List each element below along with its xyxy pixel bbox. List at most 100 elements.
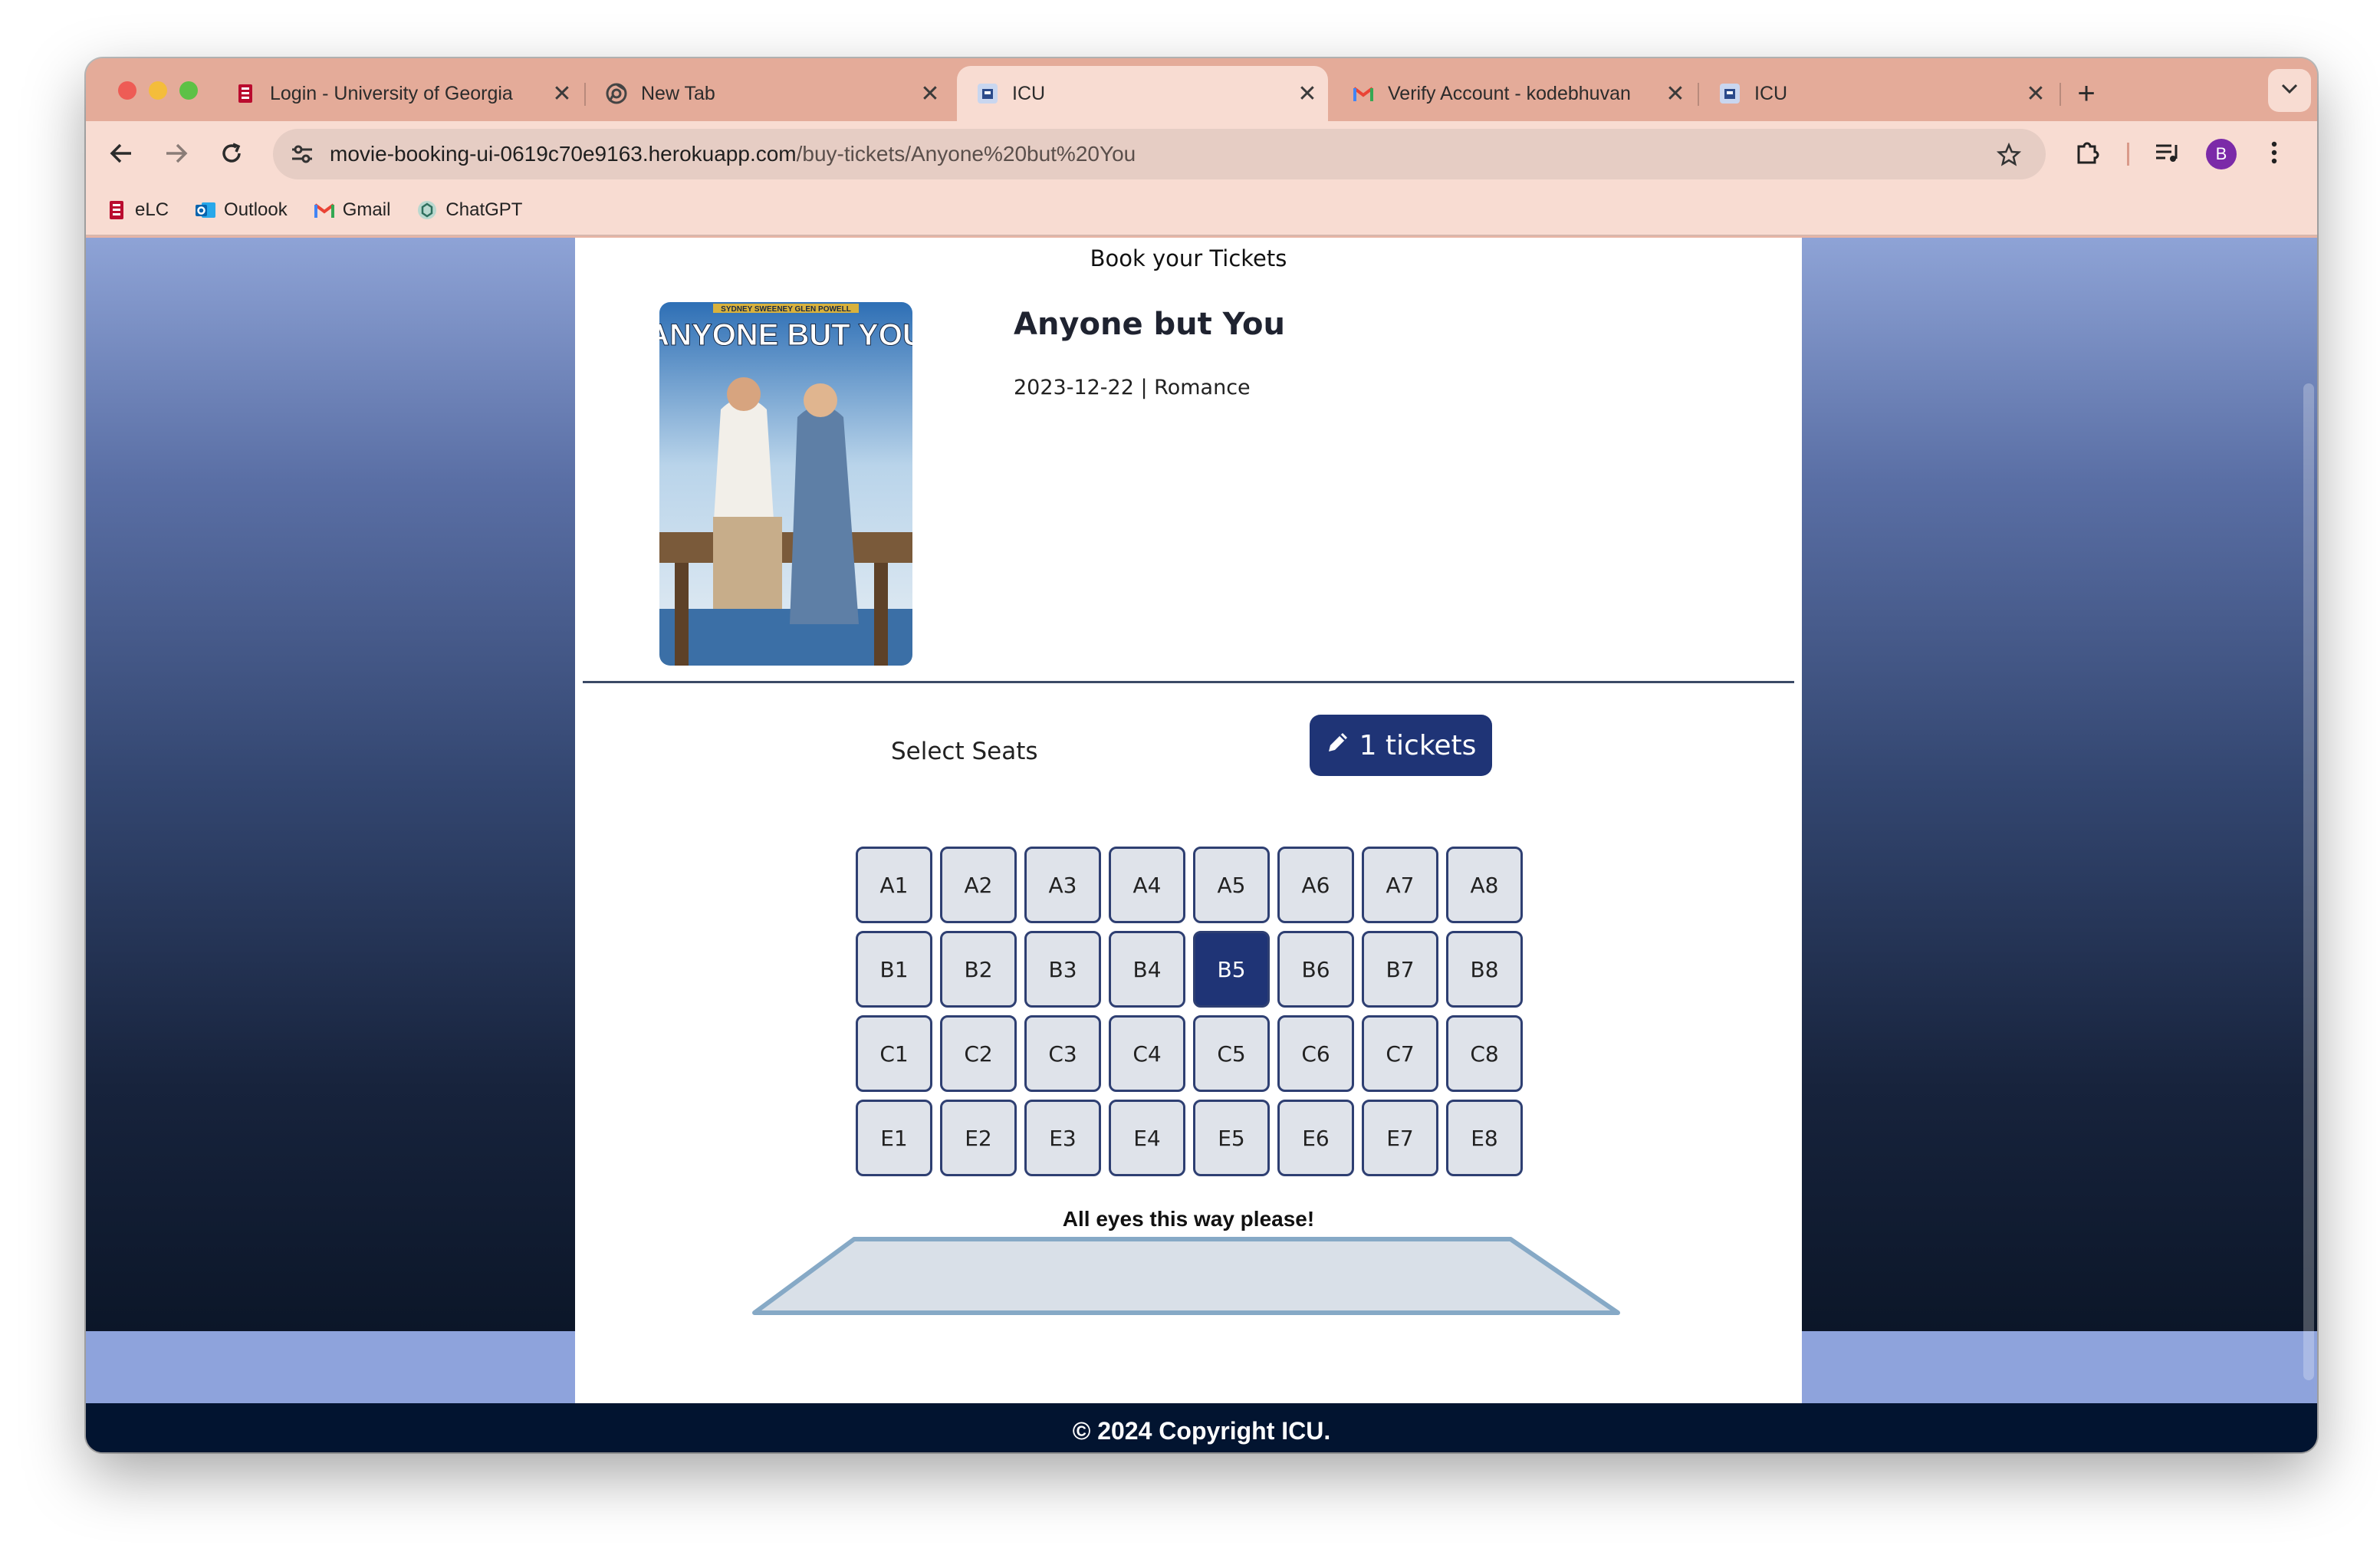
cinema-screen	[752, 1237, 1620, 1315]
seat-a6[interactable]: A6	[1277, 847, 1354, 923]
seat-b1[interactable]: B1	[856, 931, 932, 1008]
tab-separator	[2059, 83, 2061, 106]
url-path: /buy-tickets/Anyone%20but%20You	[796, 142, 1136, 166]
seat-a1[interactable]: A1	[856, 847, 932, 923]
seat-c8[interactable]: C8	[1446, 1015, 1523, 1092]
tab-title: ICU	[1754, 82, 1788, 104]
bookmark-elc[interactable]: eLC	[106, 199, 169, 221]
close-icon[interactable]: ✕	[1294, 81, 1320, 107]
close-icon[interactable]: ✕	[1662, 81, 1688, 107]
url-text: movie-booking-ui-0619c70e9163.herokuapp.…	[330, 142, 1136, 166]
reload-button[interactable]	[215, 138, 248, 172]
new-tab-button[interactable]: +	[2067, 75, 2106, 113]
bookmark-label: Gmail	[342, 199, 391, 220]
bookmark-label: Outlook	[224, 199, 288, 220]
avatar: B	[2206, 139, 2237, 169]
seat-c1[interactable]: C1	[856, 1015, 932, 1092]
uga-icon	[235, 83, 256, 104]
bookmark-label: ChatGPT	[445, 199, 523, 220]
address-bar[interactable]: movie-booking-ui-0619c70e9163.herokuapp.…	[273, 129, 2046, 179]
seat-b7[interactable]: B7	[1362, 931, 1438, 1008]
bookmark-star-icon[interactable]	[1994, 140, 2024, 170]
chevron-down-icon	[2281, 84, 2298, 98]
forward-button[interactable]	[159, 138, 193, 172]
seat-e6[interactable]: E6	[1277, 1100, 1354, 1176]
page-title: Book your Tickets	[1090, 245, 1287, 271]
bookmark-chatgpt[interactable]: ChatGPT	[416, 199, 522, 221]
reload-icon	[220, 142, 243, 169]
gmail-icon	[1353, 83, 1374, 104]
page-footer: © 2024 Copyright ICU.	[86, 1403, 2317, 1452]
minimize-window-button[interactable]	[149, 81, 167, 100]
seat-e4[interactable]: E4	[1109, 1100, 1185, 1176]
seat-e5[interactable]: E5	[1193, 1100, 1270, 1176]
browser-window: Login - University of Georgia ✕ New Tab …	[86, 58, 2317, 1452]
tab-new-tab[interactable]: New Tab ✕	[586, 66, 951, 121]
bookmark-outlook[interactable]: Outlook	[195, 199, 288, 221]
seat-e1[interactable]: E1	[856, 1100, 932, 1176]
tab-title: ICU	[1012, 82, 1046, 104]
icu-icon	[1719, 83, 1741, 104]
footer-copyright: © 2024 Copyright ICU.	[1072, 1417, 1331, 1445]
tab-icu-active[interactable]: ICU ✕	[957, 66, 1328, 121]
seat-b6[interactable]: B6	[1277, 931, 1354, 1008]
tab-icu[interactable]: ICU ✕	[1699, 66, 2056, 121]
seat-e7[interactable]: E7	[1362, 1100, 1438, 1176]
seat-e3[interactable]: E3	[1024, 1100, 1101, 1176]
tab-title: Verify Account - kodebhuvan	[1388, 82, 1631, 104]
close-icon[interactable]: ✕	[549, 81, 575, 107]
seat-b4[interactable]: B4	[1109, 931, 1185, 1008]
maximize-window-button[interactable]	[179, 81, 198, 100]
movie-meta: 2023-12-22 | Romance	[1014, 376, 1251, 400]
web-page: Book your Tickets SYDNEY SWEENEY GLEN PO…	[86, 238, 2317, 1452]
bookmark-gmail[interactable]: Gmail	[314, 199, 391, 221]
puzzle-icon	[2075, 140, 2101, 169]
seat-c4[interactable]: C4	[1109, 1015, 1185, 1092]
chrome-icon	[606, 83, 627, 104]
profile-button[interactable]: B	[2204, 136, 2239, 172]
tab-login-uga[interactable]: Login - University of Georgia ✕	[215, 66, 583, 121]
seat-e8[interactable]: E8	[1446, 1100, 1523, 1176]
seat-b5[interactable]: B5	[1193, 931, 1270, 1008]
seat-a7[interactable]: A7	[1362, 847, 1438, 923]
close-icon[interactable]: ✕	[917, 81, 943, 107]
seat-b8[interactable]: B8	[1446, 931, 1523, 1008]
seat-a3[interactable]: A3	[1024, 847, 1101, 923]
movie-title: Anyone but You	[1014, 307, 1285, 342]
tab-search-button[interactable]	[2268, 69, 2311, 112]
media-controls-button[interactable]	[2150, 136, 2185, 172]
seat-c6[interactable]: C6	[1277, 1015, 1354, 1092]
browser-menu-button[interactable]	[2259, 136, 2290, 172]
scrollbar[interactable]	[2303, 383, 2314, 1380]
tab-title: New Tab	[641, 82, 715, 104]
queue-music-icon	[2155, 142, 2181, 167]
icu-icon	[977, 83, 998, 104]
back-button[interactable]	[104, 138, 138, 172]
seat-a4[interactable]: A4	[1109, 847, 1185, 923]
extensions-button[interactable]	[2070, 136, 2106, 172]
close-window-button[interactable]	[118, 81, 136, 100]
tab-verify-account[interactable]: Verify Account - kodebhuvan ✕	[1333, 66, 1696, 121]
seat-a5[interactable]: A5	[1193, 847, 1270, 923]
chatgpt-icon	[416, 199, 438, 221]
movie-poster: SYDNEY SWEENEY GLEN POWELL ANYONE BUT YO…	[659, 302, 912, 666]
seat-grid: A1 A2 A3 A4 A5 A6 A7 A8 B1 B2 B3 B4 B5 B6 B7 B8 C1 C2 C3 C4…	[856, 847, 1530, 1176]
seat-c2[interactable]: C2	[940, 1015, 1017, 1092]
seat-c7[interactable]: C7	[1362, 1015, 1438, 1092]
seat-a8[interactable]: A8	[1446, 847, 1523, 923]
seat-c3[interactable]: C3	[1024, 1015, 1101, 1092]
seat-a2[interactable]: A2	[940, 847, 1017, 923]
seat-e2[interactable]: E2	[940, 1100, 1017, 1176]
seat-b2[interactable]: B2	[940, 931, 1017, 1008]
seat-c5[interactable]: C5	[1193, 1015, 1270, 1092]
site-settings-icon[interactable]	[287, 139, 317, 169]
url-host: movie-booking-ui-0619c70e9163.herokuapp.…	[330, 142, 797, 166]
pencil-icon	[1326, 730, 1350, 761]
close-icon[interactable]: ✕	[2023, 81, 2049, 107]
more-vert-icon	[2271, 141, 2277, 168]
gmail-icon	[314, 199, 335, 221]
bookmarks-bar: eLC Outlook Gmail ChatGPT	[86, 186, 2317, 236]
seat-b3[interactable]: B3	[1024, 931, 1101, 1008]
arrow-left-icon	[110, 143, 133, 168]
tickets-count-button[interactable]: 1 tickets	[1310, 715, 1492, 776]
